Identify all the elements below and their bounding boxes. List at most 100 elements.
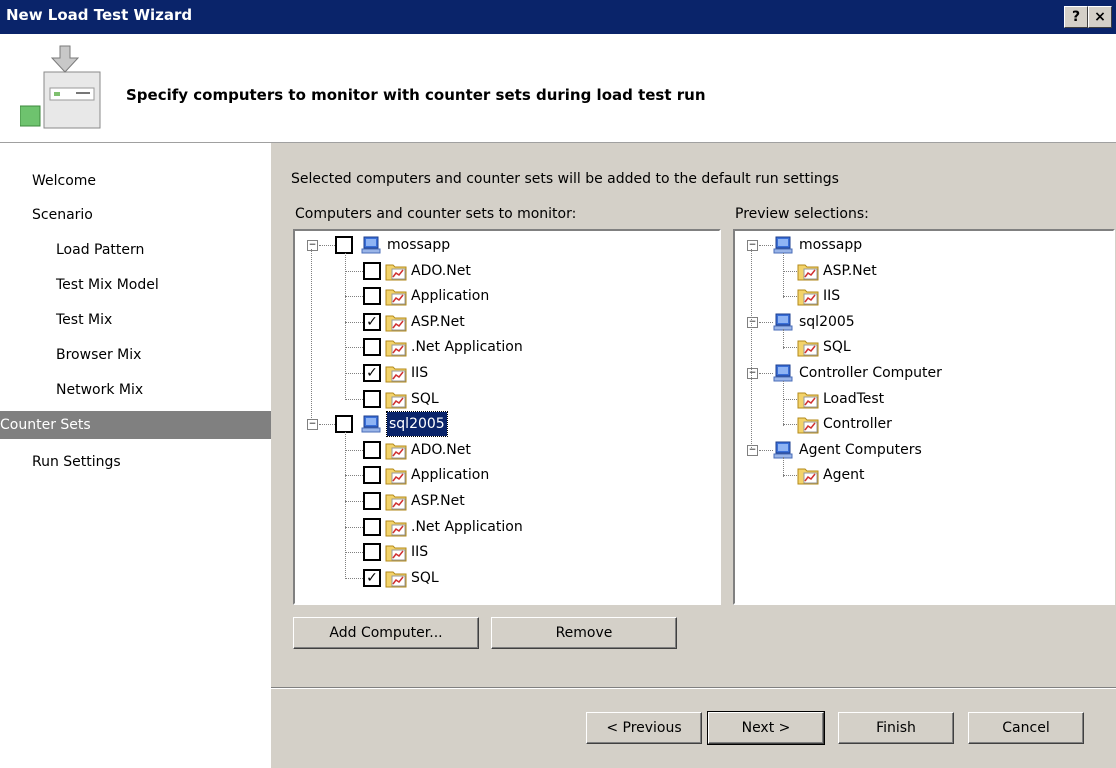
counter-set-icon xyxy=(797,389,819,409)
counter-label[interactable]: IIS xyxy=(411,540,428,564)
computer-checkbox[interactable] xyxy=(335,415,353,434)
preview-tree[interactable]: − mossapp ASP.Net IIS − sql2005 SQL − Controller… xyxy=(733,229,1115,605)
counter-label[interactable]: SQL xyxy=(411,387,439,411)
counter-label[interactable]: .Net Application xyxy=(411,335,523,359)
left-tree-label: Computers and counter sets to monitor: xyxy=(295,206,577,222)
counter-set-icon xyxy=(385,440,407,460)
tree-connector xyxy=(345,252,346,401)
tree-connector xyxy=(345,270,363,272)
counter-label[interactable]: Application xyxy=(411,463,489,487)
tree-connector xyxy=(783,296,797,298)
counter-checkbox[interactable] xyxy=(363,440,381,459)
add-computer-button[interactable]: Add Computer... xyxy=(293,617,479,649)
computer-checkbox[interactable] xyxy=(335,236,353,254)
tree-connector xyxy=(345,577,363,579)
counter-checkbox[interactable] xyxy=(363,517,381,536)
computer-label[interactable]: mossapp xyxy=(387,233,450,257)
collapse-icon[interactable]: − xyxy=(307,419,318,431)
counter-checkbox[interactable] xyxy=(363,492,381,510)
tree-connector xyxy=(345,552,363,554)
counter-checkbox[interactable] xyxy=(363,543,381,562)
counter-set-icon xyxy=(385,542,407,562)
nav-item-test-mix-model[interactable]: Test Mix Model xyxy=(0,271,271,299)
counter-set-icon xyxy=(797,414,819,434)
tree-connector xyxy=(345,321,363,323)
computer-icon xyxy=(773,236,793,254)
tree-connector xyxy=(345,373,363,374)
counter-label[interactable]: SQL xyxy=(411,566,439,590)
tree-connector xyxy=(319,245,335,246)
nav-item-scenario[interactable]: Scenario xyxy=(0,201,271,229)
counter-set-icon xyxy=(385,568,407,588)
nav-item-welcome[interactable]: Welcome xyxy=(0,167,271,195)
counter-set-icon xyxy=(797,286,819,306)
computer-label[interactable]: Agent Computers xyxy=(799,438,922,462)
computer-label[interactable]: mossapp xyxy=(799,233,862,257)
close-button[interactable]: × xyxy=(1088,6,1112,28)
collapse-icon[interactable]: − xyxy=(747,240,758,251)
counter-label[interactable]: IIS xyxy=(411,361,428,385)
tree-connector xyxy=(783,347,797,349)
nav-item-browser-mix[interactable]: Browser Mix xyxy=(0,341,271,369)
previous-button[interactable]: < Previous xyxy=(586,712,702,744)
tree-connector xyxy=(759,245,773,246)
counter-label[interactable]: ADO.Net xyxy=(411,259,471,283)
tree-connector xyxy=(783,475,797,477)
tree-connector xyxy=(345,475,363,477)
collapse-icon[interactable]: − xyxy=(747,316,758,328)
counter-checkbox[interactable]: ✓ xyxy=(363,364,381,382)
counter-label[interactable]: Agent xyxy=(823,463,864,487)
nav-item-counter-sets[interactable]: Counter Sets xyxy=(0,411,271,439)
computers-tree[interactable]: − mossapp ADO.Net Application ✓ ASP.Net .Net A… xyxy=(293,229,721,605)
computer-label[interactable]: sql2005 xyxy=(799,310,855,334)
tree-connector xyxy=(783,329,784,349)
counter-label[interactable]: Controller xyxy=(823,412,892,436)
nav-item-load-pattern[interactable]: Load Pattern xyxy=(0,236,271,264)
counter-set-icon xyxy=(385,261,407,281)
tree-connector xyxy=(345,431,346,580)
computer-icon xyxy=(773,441,793,459)
collapse-icon[interactable]: − xyxy=(747,444,758,456)
nav-item-test-mix[interactable]: Test Mix xyxy=(0,306,271,334)
counter-checkbox[interactable] xyxy=(363,389,381,408)
counter-label[interactable]: ASP.Net xyxy=(411,310,465,334)
help-button[interactable]: ? xyxy=(1064,6,1088,28)
window-title: New Load Test Wizard xyxy=(6,6,193,24)
nav-item-run-settings[interactable]: Run Settings xyxy=(0,448,271,476)
counter-checkbox[interactable]: ✓ xyxy=(363,312,381,331)
remove-button[interactable]: Remove xyxy=(491,617,677,649)
counter-label[interactable]: ASP.Net xyxy=(823,259,877,283)
collapse-icon[interactable]: − xyxy=(307,240,318,251)
tree-connector xyxy=(345,501,363,502)
counter-checkbox[interactable] xyxy=(363,261,381,280)
tree-connector xyxy=(345,296,363,298)
next-button[interactable]: Next > xyxy=(707,711,825,745)
counter-checkbox[interactable]: ✓ xyxy=(363,568,381,587)
counter-checkbox[interactable] xyxy=(363,466,381,485)
counter-label[interactable]: ASP.Net xyxy=(411,489,465,513)
counter-label[interactable]: LoadTest xyxy=(823,387,884,411)
counter-label[interactable]: ADO.Net xyxy=(411,438,471,462)
tree-connector xyxy=(783,457,784,477)
tree-connector xyxy=(319,424,335,426)
computer-icon xyxy=(773,313,793,331)
counter-checkbox[interactable] xyxy=(363,287,381,306)
collapse-icon[interactable]: − xyxy=(747,368,758,379)
counter-checkbox[interactable] xyxy=(363,338,381,357)
counter-label[interactable]: Application xyxy=(411,284,489,308)
tree-connector xyxy=(751,249,752,448)
counter-set-icon xyxy=(797,261,819,281)
counter-label[interactable]: IIS xyxy=(823,284,840,308)
counter-set-icon xyxy=(385,491,407,511)
tree-connector xyxy=(783,424,797,426)
tree-connector xyxy=(783,270,797,272)
counter-set-icon xyxy=(385,465,407,485)
cancel-button[interactable]: Cancel xyxy=(968,712,1084,744)
computer-label[interactable]: sql2005 xyxy=(386,411,448,438)
nav-item-network-mix[interactable]: Network Mix xyxy=(0,376,271,404)
counter-label[interactable]: .Net Application xyxy=(411,515,523,539)
computer-icon xyxy=(773,364,793,382)
counter-label[interactable]: SQL xyxy=(823,335,851,359)
finish-button[interactable]: Finish xyxy=(838,712,954,744)
computer-label[interactable]: Controller Computer xyxy=(799,361,942,385)
